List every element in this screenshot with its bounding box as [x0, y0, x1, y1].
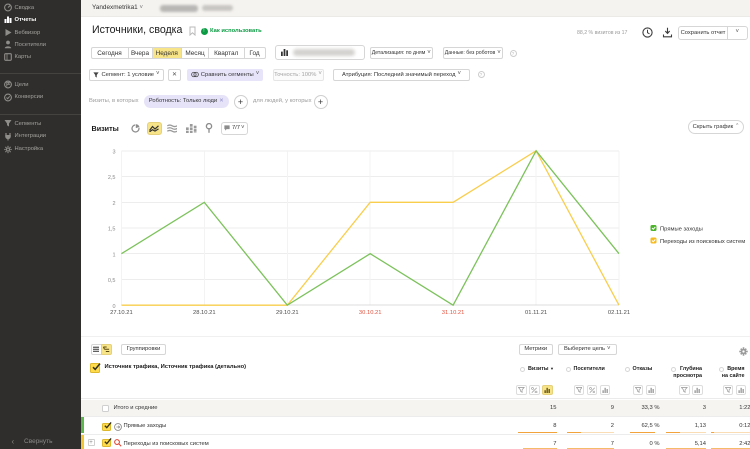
- svg-text:2: 2: [112, 201, 115, 207]
- svg-text:02.11.21: 02.11.21: [608, 310, 630, 316]
- svg-text:0,5: 0,5: [108, 278, 116, 284]
- svg-text:Переходы из поисковых систем: Переходы из поисковых систем: [660, 239, 745, 245]
- svg-text:31.10.21: 31.10.21: [442, 310, 465, 316]
- svg-text:1,5: 1,5: [108, 227, 116, 233]
- svg-text:29.10.21: 29.10.21: [276, 310, 299, 316]
- svg-text:2,5: 2,5: [108, 175, 116, 181]
- svg-text:30.10.21: 30.10.21: [359, 310, 382, 316]
- svg-text:1: 1: [112, 252, 115, 258]
- svg-text:3: 3: [112, 150, 115, 156]
- svg-text:28.10.21: 28.10.21: [193, 310, 216, 316]
- svg-text:Прямые заходы: Прямые заходы: [660, 227, 703, 233]
- svg-text:27.10.21: 27.10.21: [110, 310, 133, 316]
- svg-text:01.11.21: 01.11.21: [525, 310, 547, 316]
- svg-text:0: 0: [112, 304, 115, 310]
